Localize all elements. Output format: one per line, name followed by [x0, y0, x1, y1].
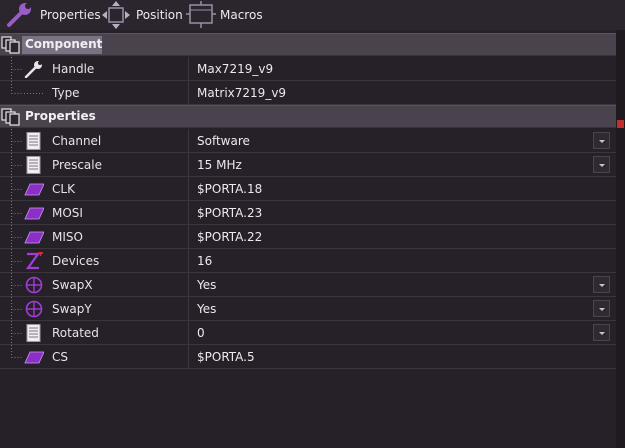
property-value: Matrix7219_v9 — [197, 86, 287, 100]
pin-icon — [24, 351, 44, 364]
tree-connector — [11, 273, 23, 297]
dropdown-button[interactable] — [593, 156, 610, 173]
position-tab-label: Position — [136, 8, 183, 22]
property-value: $PORTA.5 — [197, 350, 255, 364]
row-handle[interactable]: Handle Max7219_v9 — [0, 57, 616, 81]
dropdown-button[interactable] — [593, 300, 610, 317]
row-clk[interactable]: CLK $PORTA.18 — [0, 177, 616, 201]
scrollbar-marker — [617, 120, 624, 128]
list-icon — [26, 132, 41, 150]
property-name: SwapX — [52, 278, 93, 292]
property-name: Prescale — [52, 158, 102, 172]
property-name: Channel — [52, 134, 102, 148]
property-grid: Component Handle Max7219_v9 Type Matrix7… — [0, 33, 616, 369]
tree-connector — [11, 153, 23, 177]
property-value: Yes — [197, 302, 217, 316]
macros-tab-label: Macros — [220, 8, 263, 22]
property-name: CLK — [52, 182, 75, 196]
property-value: 16 — [197, 254, 213, 268]
toolbar: Properties Position Macros — [0, 0, 625, 30]
property-name: MOSI — [52, 206, 83, 220]
value-cell[interactable]: $PORTA.23 — [188, 201, 616, 224]
row-type[interactable]: Type Matrix7219_v9 — [0, 81, 616, 105]
list-icon — [26, 324, 41, 342]
row-channel[interactable]: Channel Software — [0, 129, 616, 153]
property-name: CS — [52, 350, 68, 364]
row-mosi[interactable]: MOSI $PORTA.23 — [0, 201, 616, 225]
property-value: $PORTA.23 — [197, 206, 263, 220]
crosshair-icon — [25, 300, 43, 318]
macro-icon — [186, 1, 216, 28]
value-cell[interactable]: 15 MHz — [188, 153, 616, 176]
property-name: SwapY — [52, 302, 92, 316]
stacked-pages-icon — [1, 108, 20, 126]
tree-connector — [11, 177, 23, 201]
properties-tab-button[interactable]: Properties — [6, 0, 101, 30]
tree-connector — [11, 225, 23, 249]
property-value: Max7219_v9 — [197, 62, 274, 76]
property-name: MISO — [52, 230, 83, 244]
tree-connector — [11, 129, 23, 153]
row-rotated[interactable]: Rotated 0 — [0, 321, 616, 345]
dropdown-button[interactable] — [593, 132, 610, 149]
value-cell[interactable]: 0 — [188, 321, 616, 344]
properties-tab-label: Properties — [40, 8, 101, 22]
macros-tab-button[interactable]: Macros — [186, 0, 263, 30]
property-name: Rotated — [52, 326, 99, 340]
stacked-pages-icon — [1, 36, 20, 54]
row-prescale[interactable]: Prescale 15 MHz — [0, 153, 616, 177]
tree-connector — [11, 81, 23, 94]
value-cell[interactable]: Software — [188, 129, 616, 152]
position-tab-button[interactable]: Position — [100, 0, 183, 30]
value-cell[interactable]: Matrix7219_v9 — [188, 81, 616, 104]
wrench-icon — [7, 3, 31, 27]
tree-connector — [11, 201, 23, 225]
value-cell[interactable]: Max7219_v9 — [188, 57, 616, 80]
value-cell[interactable]: Yes — [188, 297, 616, 320]
property-value: 15 MHz — [197, 158, 242, 172]
property-value: $PORTA.18 — [197, 182, 263, 196]
list-icon — [26, 156, 41, 174]
section-component[interactable]: Component — [0, 33, 616, 56]
tree-connector — [11, 249, 23, 273]
value-cell[interactable]: $PORTA.18 — [188, 177, 616, 200]
row-cs[interactable]: CS $PORTA.5 — [0, 345, 616, 369]
row-devices[interactable]: Devices 16 — [0, 249, 616, 273]
tree-connector — [11, 321, 23, 345]
tree-connector — [11, 345, 23, 358]
dropdown-button[interactable] — [593, 276, 610, 293]
move-arrows-icon — [102, 1, 130, 29]
pin-icon — [24, 183, 44, 196]
property-value: $PORTA.22 — [197, 230, 263, 244]
pin-icon — [24, 231, 44, 244]
tree-connector — [11, 57, 23, 81]
property-name: Devices — [52, 254, 100, 268]
section-component-label: Component — [25, 37, 103, 51]
wrench-icon — [24, 61, 42, 78]
tree-connector-extension — [24, 93, 44, 94]
property-value: Software — [197, 134, 250, 148]
value-cell[interactable]: $PORTA.5 — [188, 345, 616, 368]
value-cell[interactable]: 16 — [188, 249, 616, 272]
property-name: Type — [52, 86, 80, 100]
property-value: 0 — [197, 326, 205, 340]
row-miso[interactable]: MISO $PORTA.22 — [0, 225, 616, 249]
section-properties[interactable]: Properties — [0, 105, 616, 128]
value-cell[interactable]: $PORTA.22 — [188, 225, 616, 248]
integer-icon — [25, 252, 43, 270]
row-swapy[interactable]: SwapY Yes — [0, 297, 616, 321]
section-properties-label: Properties — [25, 109, 96, 123]
dropdown-button[interactable] — [593, 324, 610, 341]
crosshair-icon — [25, 276, 43, 294]
tree-connector — [11, 297, 23, 321]
value-cell[interactable]: Yes — [188, 273, 616, 296]
row-swapx[interactable]: SwapX Yes — [0, 273, 616, 297]
vertical-scrollbar[interactable] — [616, 30, 625, 448]
property-name: Handle — [52, 62, 95, 76]
property-value: Yes — [197, 278, 217, 292]
pin-icon — [24, 207, 44, 220]
